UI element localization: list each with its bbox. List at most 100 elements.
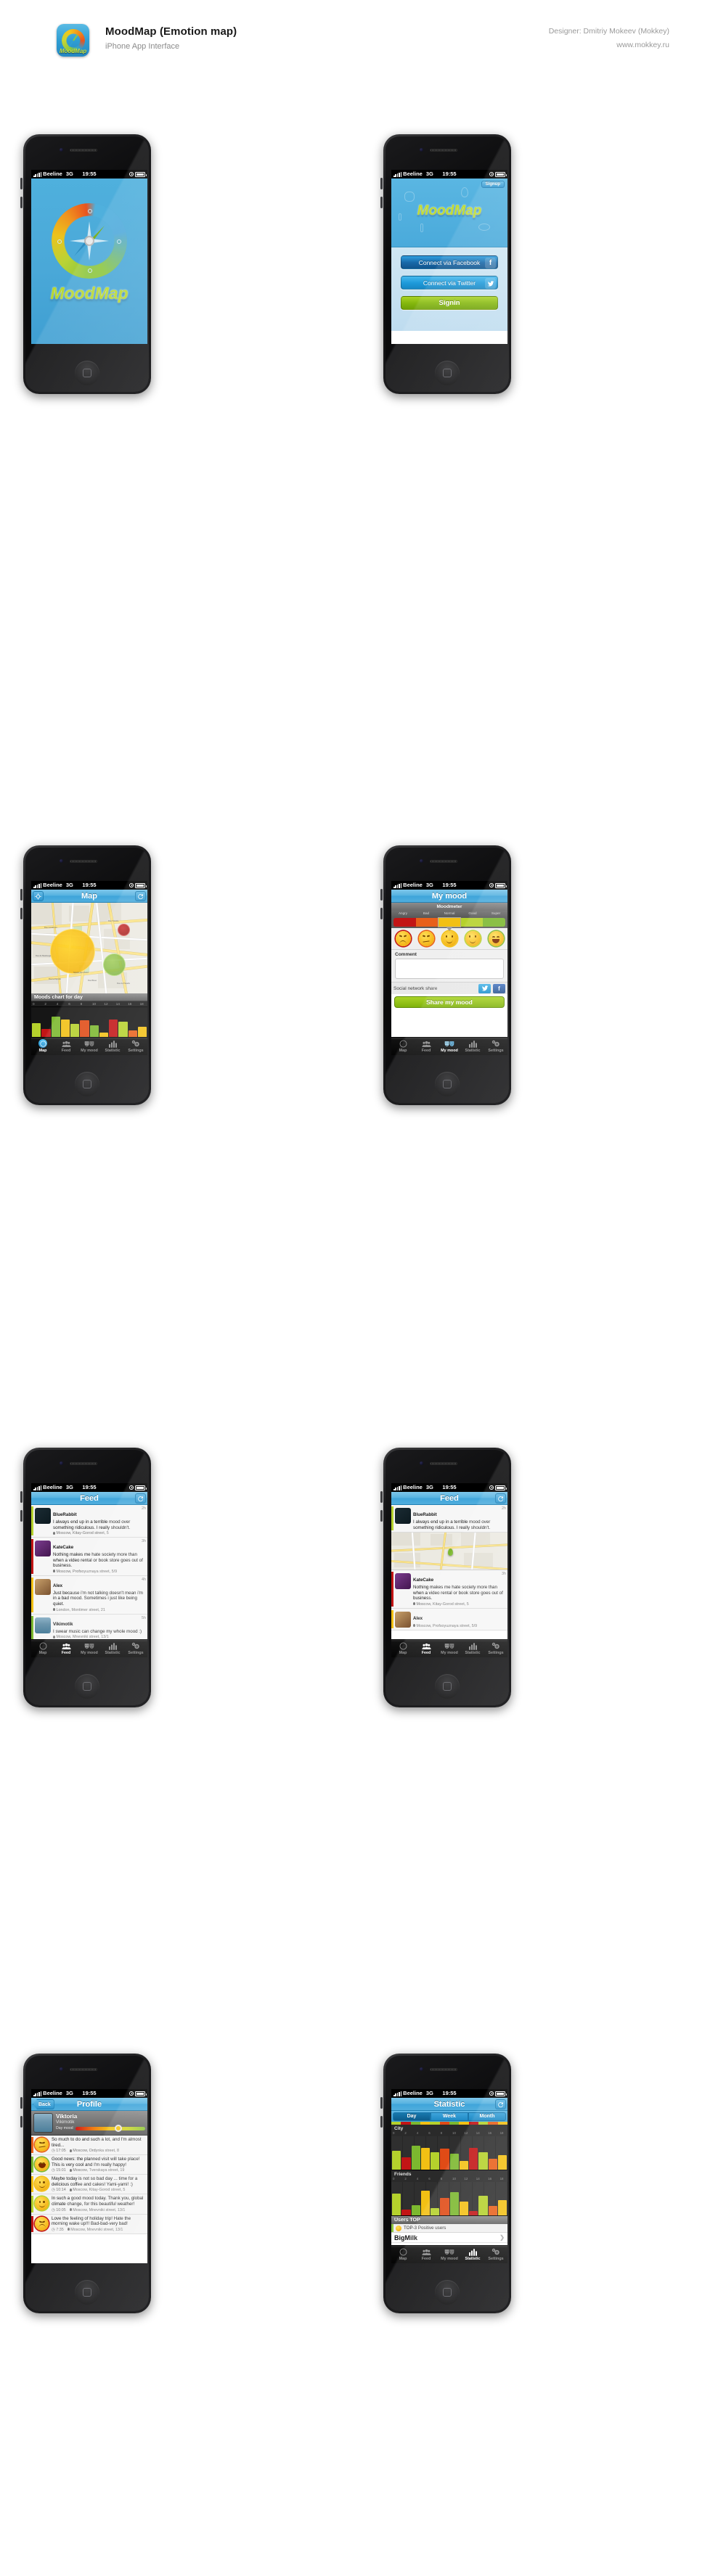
volume-down-button[interactable] <box>380 197 383 208</box>
connect-facebook-button[interactable]: Connect via Facebook f <box>401 255 498 269</box>
feed-item[interactable]: KateCake Nothing makes me hate society mo… <box>31 1538 147 1576</box>
twitter-share-button[interactable] <box>478 983 491 993</box>
mood-face-normal[interactable] <box>35 2177 49 2191</box>
segment-week[interactable]: Week <box>431 2112 468 2121</box>
mood-face-normal[interactable] <box>441 931 457 946</box>
share-mood-button[interactable]: Share my mood <box>394 996 505 1008</box>
top-user-row[interactable]: BigMilk ❯ <box>391 2233 507 2243</box>
volume-up-button[interactable] <box>20 889 23 901</box>
feed-author[interactable]: KateCake <box>53 1545 73 1550</box>
connect-twitter-button[interactable]: Connect via Twitter <box>401 276 498 290</box>
comment-input[interactable] <box>395 959 504 979</box>
volume-down-button[interactable] <box>20 908 23 919</box>
mood-face-super[interactable] <box>35 2157 49 2172</box>
mood-face-angry[interactable] <box>35 2216 49 2231</box>
mood-face-good[interactable] <box>465 931 481 946</box>
moodmeter-segment-super[interactable] <box>483 918 505 927</box>
volume-down-button[interactable] <box>380 908 383 919</box>
refresh-button[interactable] <box>495 2099 506 2109</box>
volume-up-button[interactable] <box>380 1491 383 1503</box>
volume-up-button[interactable] <box>380 178 383 189</box>
home-button[interactable] <box>435 2280 460 2305</box>
feed-item[interactable]: Alex Moscow, Profsoyuznaya street, 5/9 <box>391 1608 507 1630</box>
avatar[interactable] <box>35 1617 51 1633</box>
tab-my-mood[interactable]: My mood <box>438 1038 461 1055</box>
mood-face-bad[interactable] <box>418 931 434 946</box>
tab-my-mood[interactable]: My mood <box>78 1640 101 1657</box>
tab-my-mood[interactable]: My mood <box>438 2246 461 2263</box>
feed-item[interactable]: BlueRabbit I always end up in a terrible … <box>31 1505 147 1538</box>
tab-settings[interactable]: Settings <box>484 2246 507 2263</box>
feed-author[interactable]: Alex <box>413 1616 423 1621</box>
tab-feed[interactable]: Feed <box>415 2246 438 2263</box>
volume-down-button[interactable] <box>380 1510 383 1522</box>
refresh-button[interactable] <box>135 891 146 901</box>
mood-face-bad[interactable] <box>35 2138 49 2152</box>
top-positive-row[interactable]: TOP-3 Positive users <box>391 2224 507 2233</box>
feed-author[interactable]: BlueRabbit <box>413 1512 437 1517</box>
signup-button[interactable]: Signup <box>481 181 505 188</box>
volume-up-button[interactable] <box>20 178 23 189</box>
home-button[interactable] <box>435 1072 460 1096</box>
facebook-share-button[interactable]: f <box>493 983 505 993</box>
tab-settings[interactable]: Settings <box>124 1038 147 1055</box>
volume-down-button[interactable] <box>20 2116 23 2128</box>
moodmeter-segment-bad[interactable] <box>415 918 439 927</box>
tab-map[interactable]: Map <box>391 1640 415 1657</box>
profile-entry[interactable]: Maybe today is not so bad day ... time f… <box>31 2175 147 2195</box>
tab-feed[interactable]: Feed <box>415 1640 438 1657</box>
volume-up-button[interactable] <box>380 889 383 901</box>
back-button[interactable]: Back <box>33 2099 54 2109</box>
signin-button[interactable]: Signin <box>401 296 498 310</box>
mood-face-angry[interactable] <box>395 931 411 946</box>
home-button[interactable] <box>435 361 460 385</box>
volume-up-button[interactable] <box>380 2097 383 2109</box>
feed-author[interactable]: KateCake <box>413 1578 433 1583</box>
tab-statistic[interactable]: Statistic <box>461 1640 484 1657</box>
tab-my-mood[interactable]: My mood <box>78 1038 101 1055</box>
tab-map[interactable]: Map <box>391 1038 415 1055</box>
moodmeter-segment-normal[interactable] <box>437 917 462 927</box>
tab-statistic[interactable]: Statistic <box>101 1640 124 1657</box>
mood-face-good[interactable] <box>35 2196 49 2211</box>
feed-author[interactable]: Vikimotik <box>53 1622 73 1627</box>
profile-entry[interactable]: Love the feeling of holiday trip! Hate t… <box>31 2214 147 2234</box>
volume-up-button[interactable] <box>20 1491 23 1503</box>
locate-button[interactable] <box>33 891 44 901</box>
avatar[interactable] <box>395 1611 411 1628</box>
feed-item[interactable]: KateCake Nothing makes me hate society mo… <box>391 1570 507 1609</box>
avatar[interactable] <box>35 1578 51 1595</box>
moodmeter-segment-good[interactable] <box>460 918 484 927</box>
profile-entry-list[interactable]: So much to do and such a lot, and I'm al… <box>31 2136 147 2234</box>
segment-month[interactable]: Month <box>468 2112 506 2121</box>
feed-author[interactable]: BlueRabbit <box>53 1512 77 1517</box>
feed-list-top[interactable]: BlueRabbit I always end up in a terrible … <box>391 1505 507 1533</box>
tab-map[interactable]: Map <box>391 2246 415 2263</box>
profile-entry[interactable]: In such a good mood today. Thank you, gl… <box>31 2194 147 2215</box>
mood-bubble-angry[interactable] <box>118 924 130 936</box>
tab-map[interactable]: Map <box>31 1038 54 1055</box>
tab-statistic[interactable]: Statistic <box>461 1038 484 1055</box>
day-mood-slider[interactable] <box>75 2125 145 2132</box>
profile-entry[interactable]: So much to do and such a lot, and I'm al… <box>31 2136 147 2156</box>
mood-bubble-normal[interactable] <box>50 929 95 974</box>
tab-feed[interactable]: Feed <box>54 1640 78 1657</box>
avatar[interactable] <box>35 1508 51 1524</box>
home-button[interactable] <box>75 2280 99 2305</box>
home-button[interactable] <box>75 361 99 385</box>
volume-down-button[interactable] <box>380 2116 383 2128</box>
avatar[interactable] <box>35 1541 51 1557</box>
profile-entry[interactable]: Good news: the planned visit will take p… <box>31 2155 147 2175</box>
moodmeter-segment-angry[interactable] <box>393 918 416 927</box>
avatar[interactable] <box>33 2113 53 2133</box>
mood-face-super[interactable] <box>488 931 504 946</box>
feed-list-bottom[interactable]: KateCake Nothing makes me hate society mo… <box>391 1570 507 1630</box>
period-segmented-control[interactable]: Day Week Month <box>391 2111 507 2122</box>
feed-inline-map[interactable] <box>391 1533 507 1571</box>
refresh-button[interactable] <box>495 1493 506 1504</box>
tab-map[interactable]: Map <box>31 1640 54 1657</box>
feed-item[interactable]: Vikimotik I swear music can change my who… <box>31 1614 147 1642</box>
tab-statistic[interactable]: Statistic <box>461 2246 484 2263</box>
volume-up-button[interactable] <box>20 2097 23 2109</box>
refresh-button[interactable] <box>135 1493 146 1504</box>
